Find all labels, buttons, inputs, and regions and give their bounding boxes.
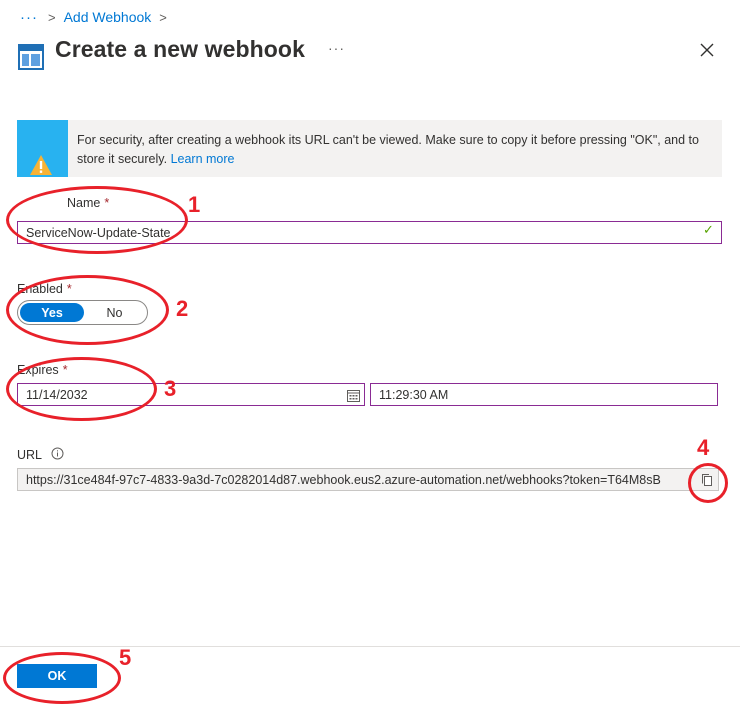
expires-time-input[interactable] — [370, 383, 718, 406]
security-info-banner: For security, after creating a webhook i… — [17, 120, 722, 177]
annotation-number: 3 — [164, 376, 177, 401]
banner-text: For security, after creating a webhook i… — [68, 120, 722, 177]
url-label: URL — [17, 448, 43, 462]
annotation-circle-name — [6, 186, 188, 254]
blade-icon — [18, 44, 44, 70]
annotation-number: 2 — [176, 296, 189, 321]
annotation-circle-expires — [6, 357, 157, 421]
annotation-circle-copy — [688, 463, 728, 503]
annotation-number: 5 — [119, 645, 132, 670]
breadcrumb-link-add-webhook[interactable]: Add Webhook — [64, 9, 152, 25]
close-icon[interactable] — [697, 40, 717, 60]
breadcrumb: ··· > Add Webhook > — [20, 8, 175, 26]
chevron-right-icon: > — [159, 9, 167, 25]
learn-more-link[interactable]: Learn more — [171, 152, 235, 166]
annotation-circle-ok — [3, 652, 121, 704]
chevron-right-icon: > — [48, 9, 56, 25]
breadcrumb-more-button[interactable]: ··· — [20, 9, 38, 26]
warning-icon — [30, 155, 52, 175]
checkmark-icon: ✓ — [703, 222, 714, 237]
webhook-url-value: https://31ce484f-97c7-4833-9a3d-7c028201… — [26, 473, 661, 487]
banner-strip — [17, 120, 68, 177]
annotation-number: 1 — [188, 192, 201, 217]
more-options-button[interactable]: ··· — [328, 40, 345, 56]
annotation-number: 4 — [697, 435, 710, 460]
webhook-url-field[interactable]: https://31ce484f-97c7-4833-9a3d-7c028201… — [17, 468, 719, 491]
info-icon[interactable] — [51, 447, 64, 460]
footer-divider — [0, 646, 740, 647]
page-title: Create a new webhook — [55, 36, 305, 62]
calendar-icon[interactable] — [347, 389, 360, 402]
annotation-circle-enabled — [6, 275, 169, 345]
